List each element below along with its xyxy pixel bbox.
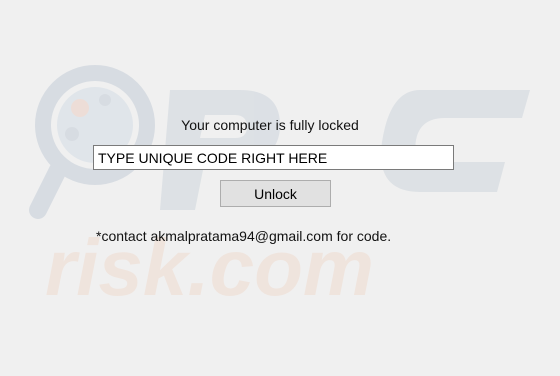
- contact-note: *contact akmalpratama94@gmail.com for co…: [96, 228, 392, 244]
- lock-window: risk.com Your computer is fully locked U…: [0, 0, 560, 376]
- unlock-button[interactable]: Unlock: [220, 180, 331, 207]
- lock-message: Your computer is fully locked: [181, 117, 359, 133]
- unlock-code-input[interactable]: [93, 145, 454, 170]
- magnifier-logo-icon: [29, 65, 155, 219]
